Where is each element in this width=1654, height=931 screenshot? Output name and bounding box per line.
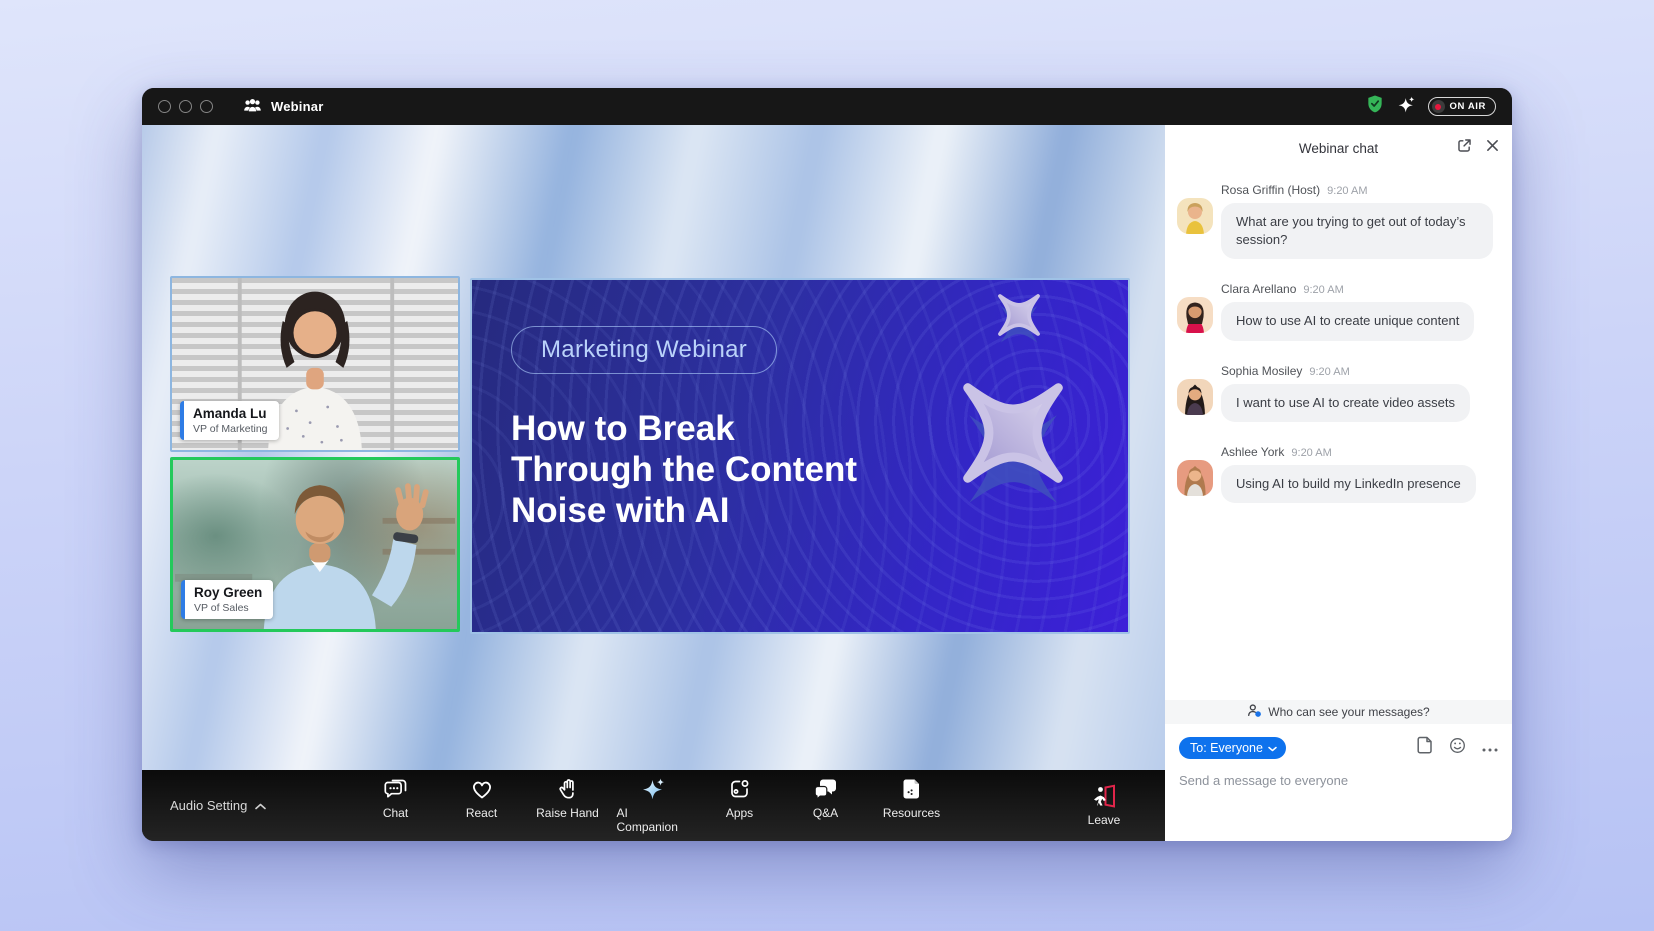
- security-shield-icon[interactable]: [1365, 94, 1385, 119]
- ai-sparkle-icon: [641, 777, 667, 801]
- more-options-icon[interactable]: [1482, 739, 1498, 757]
- speaker-role: VP of Sales: [194, 602, 262, 614]
- chat-button[interactable]: Chat: [359, 777, 433, 834]
- chat-message: Sophia Mosiley 9:20 AM I want to use AI t…: [1177, 364, 1498, 422]
- webinar-stage: Amanda Lu VP of Marketing: [142, 125, 1165, 770]
- titlebar: Webinar ON AIR: [142, 88, 1512, 125]
- react-button[interactable]: React: [445, 777, 519, 834]
- chat-message: Rosa Griffin (Host) 9:20 AM What are you …: [1177, 183, 1498, 259]
- speaker-name: Roy Green: [194, 585, 262, 600]
- window-zoom-button[interactable]: [200, 100, 213, 113]
- message-time: 9:20 AM: [1291, 447, 1331, 459]
- raise-hand-button[interactable]: Raise Hand: [531, 777, 605, 834]
- webinar-window: Webinar ON AIR: [142, 88, 1512, 841]
- close-chat-icon[interactable]: [1486, 139, 1499, 157]
- window-title: Webinar: [271, 99, 323, 114]
- video-tile-roy-green[interactable]: Roy Green VP of Sales: [170, 457, 460, 632]
- message-bubble: Using AI to build my LinkedIn presence: [1221, 465, 1476, 503]
- speaker-name: Amanda Lu: [193, 406, 268, 421]
- message-privacy-note[interactable]: Who can see your messages?: [1165, 700, 1512, 724]
- heart-icon: [469, 777, 495, 801]
- qa-bubbles-icon: [813, 777, 839, 801]
- chat-header: Webinar chat: [1165, 125, 1512, 171]
- message-time: 9:20 AM: [1327, 185, 1367, 197]
- chevron-down-icon: [1268, 741, 1277, 755]
- resources-button[interactable]: Resources: [875, 777, 949, 834]
- chat-message: Clara Arellano 9:20 AM How to use AI to c…: [1177, 282, 1498, 340]
- chat-composer: To: Everyone: [1165, 724, 1512, 841]
- app-title: Webinar: [243, 98, 323, 116]
- window-controls: [158, 100, 213, 113]
- chat-message-input[interactable]: [1179, 773, 1498, 788]
- message-bubble: I want to use AI to create video assets: [1221, 384, 1470, 422]
- chevron-up-icon: [255, 798, 266, 813]
- on-air-badge: ON AIR: [1428, 97, 1497, 116]
- avatar-rosa-griffin: [1177, 198, 1213, 234]
- raised-hand-icon: [556, 777, 580, 801]
- window-minimize-button[interactable]: [179, 100, 192, 113]
- emoji-icon[interactable]: [1449, 737, 1466, 759]
- sender-name: Clara Arellano: [1221, 282, 1296, 296]
- attach-file-icon[interactable]: [1417, 736, 1433, 759]
- person-privacy-icon: [1247, 703, 1262, 721]
- audio-setting-button[interactable]: Audio Setting: [170, 798, 266, 813]
- shared-presentation-slide: Marketing Webinar How to Break Through t…: [470, 278, 1130, 634]
- slide-title-badge: Marketing Webinar: [511, 326, 777, 374]
- chat-icon: [383, 777, 409, 801]
- popout-chat-icon[interactable]: [1456, 137, 1473, 159]
- avatar-ashlee-york: [1177, 460, 1213, 496]
- recipient-selector-button[interactable]: To: Everyone: [1179, 737, 1286, 759]
- leave-door-icon: [1091, 784, 1117, 808]
- ai-companion-status-icon[interactable]: [1397, 95, 1416, 119]
- resources-document-icon: [900, 777, 924, 801]
- qa-button[interactable]: Q&A: [789, 777, 863, 834]
- chat-footer: Who can see your messages? To: Everyone: [1165, 700, 1512, 841]
- sender-name: Sophia Mosiley: [1221, 364, 1302, 378]
- slide-heading: How to Break Through the Content Noise w…: [511, 409, 1128, 532]
- chat-message-list: Rosa Griffin (Host) 9:20 AM What are you …: [1165, 171, 1512, 700]
- message-bubble: What are you trying to get out of today’…: [1221, 203, 1493, 259]
- video-tile-amanda-lu[interactable]: Amanda Lu VP of Marketing: [170, 276, 460, 452]
- webinar-chat-panel: Webinar chat: [1165, 125, 1512, 841]
- message-bubble: How to use AI to create unique content: [1221, 302, 1474, 340]
- on-air-dot-icon: [1432, 100, 1445, 113]
- window-close-button[interactable]: [158, 100, 171, 113]
- nametag-roy: Roy Green VP of Sales: [181, 580, 273, 619]
- apps-button[interactable]: Apps: [703, 777, 777, 834]
- avatar-clara-arellano: [1177, 297, 1213, 333]
- sender-name: Rosa Griffin (Host): [1221, 183, 1320, 197]
- chat-panel-title: Webinar chat: [1299, 141, 1378, 156]
- participants-icon: [243, 98, 262, 116]
- message-time: 9:20 AM: [1303, 284, 1343, 296]
- avatar-sophia-mosiley: [1177, 379, 1213, 415]
- nametag-amanda: Amanda Lu VP of Marketing: [180, 401, 279, 440]
- meeting-toolbar: Audio Setting Ch: [142, 770, 1165, 841]
- speaker-role: VP of Marketing: [193, 423, 268, 435]
- ai-companion-button[interactable]: AI Companion: [617, 777, 691, 834]
- chat-message: Ashlee York 9:20 AM Using AI to build my …: [1177, 445, 1498, 503]
- apps-icon: [727, 777, 753, 801]
- leave-button[interactable]: Leave: [1067, 784, 1141, 827]
- sender-name: Ashlee York: [1221, 445, 1284, 459]
- message-time: 9:20 AM: [1309, 366, 1349, 378]
